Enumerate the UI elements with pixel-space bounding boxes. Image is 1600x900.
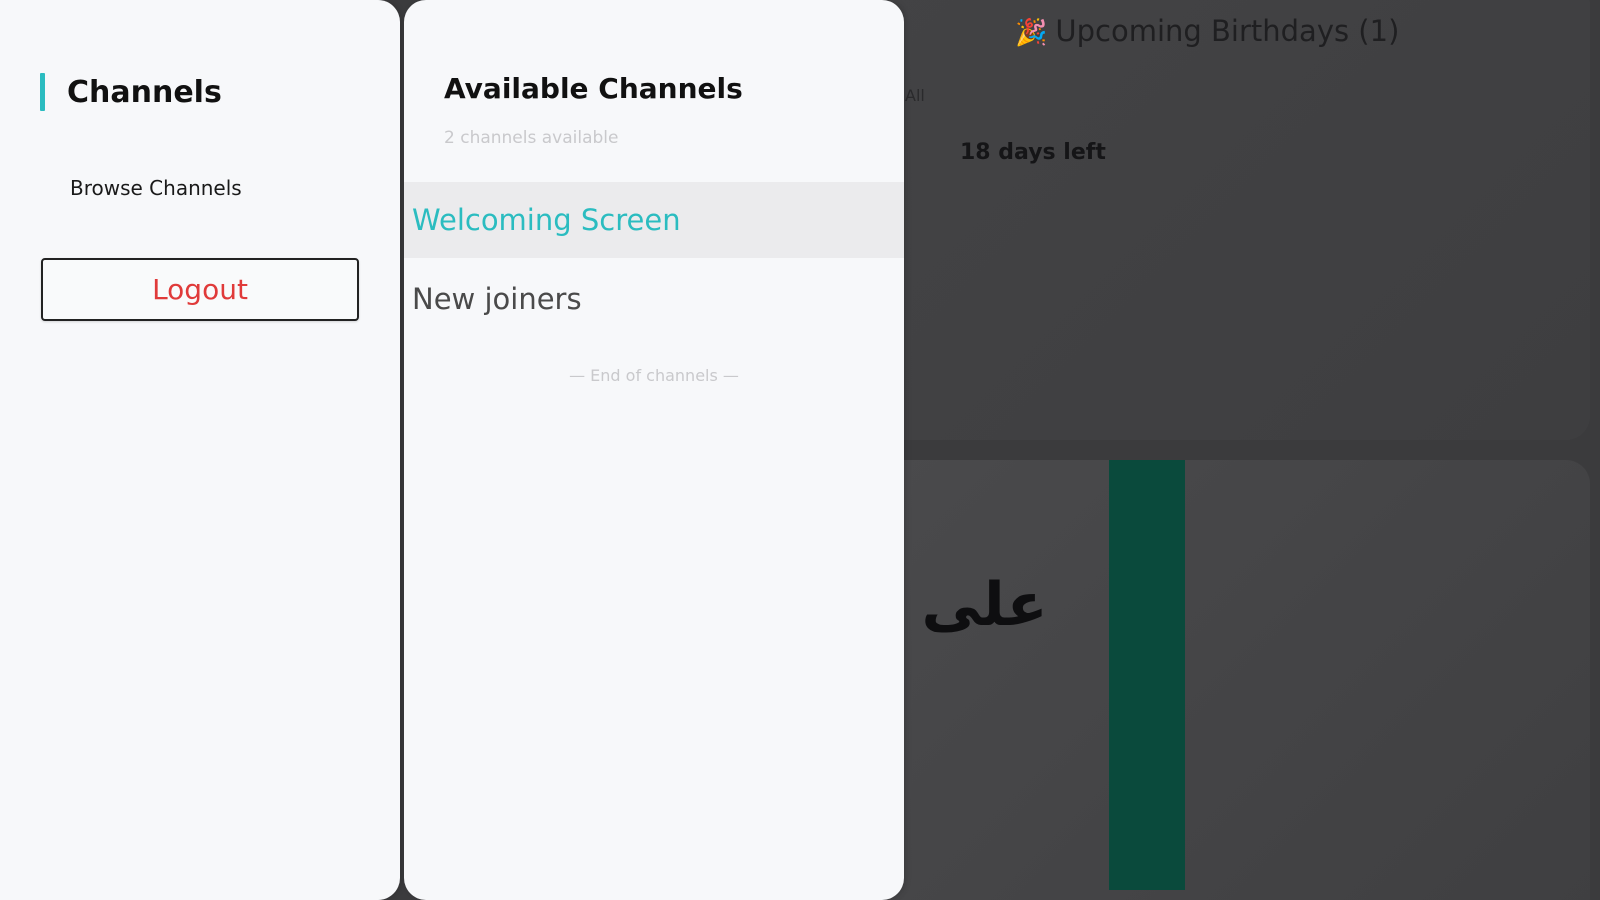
channel-item-welcoming-screen[interactable]: Welcoming Screen [404,182,904,258]
green-banner [1109,460,1185,890]
channel-item-new-joiners[interactable]: New joiners [404,261,904,337]
filter-all-label: All [905,86,925,105]
channels-count: 2 channels available [444,128,619,148]
accent-bar [40,73,45,111]
birthdays-title-text: Upcoming Birthdays (1) [1055,14,1400,48]
channels-sidebar: Channels Browse Channels Logout [0,0,400,900]
party-icon: 🎉 [1015,18,1048,48]
available-channels-panel: Available Channels 2 channels available … [404,0,904,900]
days-left-label: 18 days left [960,140,1106,165]
arabic-text: على ا [880,570,1048,640]
available-channels-title: Available Channels [444,72,743,105]
birthdays-card [860,0,1590,440]
announcement-card [860,460,1590,900]
channels-header: Channels [40,72,222,112]
logout-button[interactable]: Logout [41,258,359,321]
channels-title: Channels [67,74,222,110]
browse-channels-link[interactable]: Browse Channels [70,176,242,200]
end-of-channels-label: — End of channels — [569,366,739,385]
birthdays-title: 🎉 Upcoming Birthdays (1) [1015,14,1399,48]
